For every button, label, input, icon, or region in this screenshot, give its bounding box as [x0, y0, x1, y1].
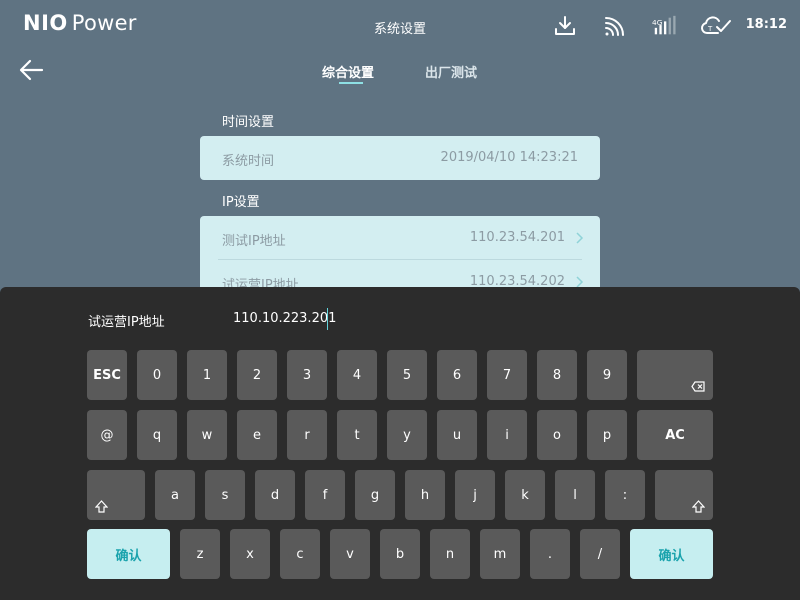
system-time-value: 2019/04/10 14:23:21 [440, 150, 578, 165]
key-ac[interactable]: AC [637, 410, 713, 460]
key-w[interactable]: w [187, 410, 227, 460]
key-3[interactable]: 3 [287, 350, 327, 400]
key-a[interactable]: a [155, 470, 195, 520]
screen-title: 系统设置 [373, 22, 426, 37]
system-time-label: 系统时间 [222, 154, 275, 169]
time-settings-card: 系统时间 2019/04/10 14:23:21 [200, 136, 600, 180]
key-4[interactable]: 4 [337, 350, 377, 400]
key-slash[interactable]: / [580, 529, 620, 579]
system-time-row[interactable]: 系统时间 2019/04/10 14:23:21 [200, 136, 600, 180]
key-g[interactable]: g [355, 470, 395, 520]
key-5[interactable]: 5 [387, 350, 427, 400]
key-h[interactable]: h [405, 470, 445, 520]
key-8[interactable]: 8 [537, 350, 577, 400]
shift-icon [95, 500, 108, 513]
key-2[interactable]: 2 [237, 350, 277, 400]
key-y[interactable]: y [387, 410, 427, 460]
key-shift-left[interactable] [87, 470, 145, 520]
key-k[interactable]: k [505, 470, 545, 520]
key-i[interactable]: i [487, 410, 527, 460]
key-x[interactable]: x [230, 529, 270, 579]
section-title-time: 时间设置 [222, 115, 275, 130]
key-d[interactable]: d [255, 470, 295, 520]
key-t[interactable]: t [337, 410, 377, 460]
key-u[interactable]: u [437, 410, 477, 460]
key-e[interactable]: e [237, 410, 277, 460]
key-s[interactable]: s [205, 470, 245, 520]
cloud-check-icon: T [701, 16, 731, 34]
section-title-ip: IP设置 [222, 195, 260, 210]
backspace-icon [691, 381, 705, 392]
active-tab-indicator [339, 82, 363, 84]
key-backspace[interactable] [637, 350, 713, 400]
key-colon[interactable]: : [605, 470, 645, 520]
keyboard-panel: 试运营IP地址 110.10.223.201 ESC 0 1 2 3 4 5 6… [0, 287, 800, 600]
wifi-icon [605, 17, 624, 36]
tab-general-settings[interactable]: 综合设置 [322, 62, 374, 81]
chevron-right-icon [576, 232, 584, 244]
key-c[interactable]: c [280, 529, 320, 579]
input-field-label: 试运营IP地址 [88, 315, 165, 330]
back-arrow-icon[interactable] [18, 56, 46, 84]
key-f[interactable]: f [305, 470, 345, 520]
text-cursor [327, 308, 328, 330]
key-b[interactable]: b [380, 529, 420, 579]
test-ip-value: 110.23.54.201 [469, 230, 565, 245]
key-o[interactable]: o [537, 410, 577, 460]
tab-factory-test[interactable]: 出厂测试 [425, 62, 477, 81]
key-p[interactable]: p [587, 410, 627, 460]
key-n[interactable]: n [430, 529, 470, 579]
download-icon [555, 16, 575, 35]
key-period[interactable]: . [530, 529, 570, 579]
key-9[interactable]: 9 [587, 350, 627, 400]
key-m[interactable]: m [480, 529, 520, 579]
key-r[interactable]: r [287, 410, 327, 460]
key-shift-right[interactable] [655, 470, 713, 520]
key-z[interactable]: z [180, 529, 220, 579]
key-at[interactable]: @ [87, 410, 127, 460]
test-ip-row[interactable]: 测试IP地址 110.23.54.201 [200, 216, 600, 260]
svg-text:T: T [707, 25, 713, 33]
key-v[interactable]: v [330, 529, 370, 579]
test-ip-label: 测试IP地址 [222, 234, 286, 249]
ip-input-field[interactable]: 110.10.223.201 [233, 311, 336, 326]
confirm-button-left[interactable]: 确认 [87, 529, 170, 579]
status-bar: NIO Power 系统设置 4G T 18:12 [0, 0, 800, 50]
key-0[interactable]: 0 [137, 350, 177, 400]
key-6[interactable]: 6 [437, 350, 477, 400]
key-j[interactable]: j [455, 470, 495, 520]
key-1[interactable]: 1 [187, 350, 227, 400]
key-q[interactable]: q [137, 410, 177, 460]
confirm-button-right[interactable]: 确认 [630, 529, 713, 579]
clock: 18:12 [745, 17, 787, 32]
key-esc[interactable]: ESC [87, 350, 127, 400]
key-7[interactable]: 7 [487, 350, 527, 400]
key-l[interactable]: l [555, 470, 595, 520]
shift-icon [692, 500, 705, 513]
signal-icon: 4G [652, 15, 676, 35]
